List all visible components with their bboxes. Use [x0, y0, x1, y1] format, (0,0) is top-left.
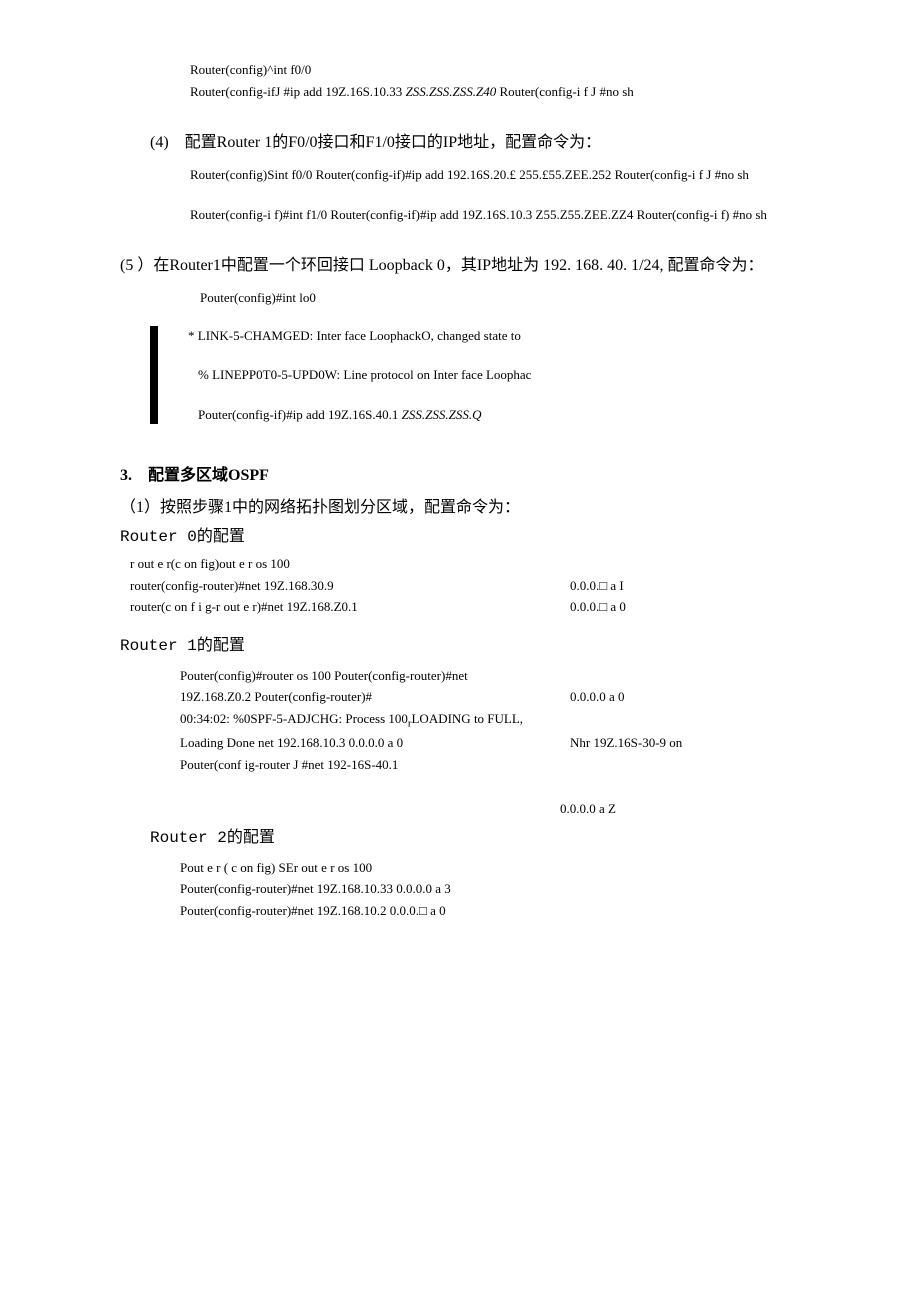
r1-line3: 00:34:02: %0SPF-5-ADJCHG: Process 100rLO…	[180, 709, 800, 732]
step4-line1: Router(config)Sint f0/0 Router(config-if…	[190, 165, 800, 185]
r1-line4-left: Loading Done net 192.168.10.3 0.0.0.0 a …	[180, 733, 570, 753]
step4-line2: Router(config-i f)#int f1/0 Router(confi…	[190, 205, 800, 225]
section3-heading: 3. 配置多区域OSPF	[120, 464, 800, 488]
preamble-line2: Router(config-ifJ #ip add 19Z.16S.10.33 …	[190, 82, 800, 102]
r1-line2-right: 0.0.0.0 a 0	[570, 687, 800, 707]
step5-blk-line2: % LINEPP0T0-5-UPD0W: Line protocol on In…	[198, 365, 800, 385]
section3-sub1: （1）按照步骤1中的网络拓扑图划分区域，配置命令为：	[120, 496, 800, 520]
step5-blk-line1: * LINK-5-CHAMGED: Inter face LoophackO, …	[188, 326, 800, 346]
r2-block: Pout e r ( c on fig) SEr out e r os 100 …	[170, 858, 800, 921]
r1-block: Pouter(config)#router os 100 Pouter(conf…	[170, 666, 800, 821]
r1-line2-left: 19Z.168.Z0.2 Pouter(config-router)#	[180, 687, 570, 707]
r1-line3-r: LOADING to FULL,	[411, 711, 523, 726]
r0-line3-right: 0.0.0.□ a 0	[570, 597, 800, 617]
router2-label: Router 2的配置	[150, 826, 800, 850]
r1-line1: Pouter(config)#router os 100 Pouter(conf…	[180, 666, 800, 686]
step5-border-block: * LINK-5-CHAMGED: Inter face LoophackO, …	[150, 326, 800, 425]
step5-blk-line3: Pouter(config-if)#ip add 19Z.16S.40.1 ZS…	[198, 405, 800, 425]
r0-line2-right: 0.0.0.□ a I	[570, 576, 800, 596]
preamble-line2-c: Router(config-i f J #no sh	[496, 84, 634, 99]
r2-line3: Pouter(config-router)#net 19Z.168.10.2 0…	[180, 901, 800, 921]
router1-label: Router 1的配置	[120, 634, 800, 658]
r1-line5: Pouter(conf ig-router J #net 192-16S-40.…	[180, 755, 800, 775]
step5-heading-text: (5 ）在Router1中配置一个环回接口 Loopback 0，其IP地址为 …	[120, 257, 764, 274]
r2-line1: Pout e r ( c on fig) SEr out e r os 100	[180, 858, 800, 878]
r1-line6-right: 0.0.0.0 a Z	[560, 799, 800, 819]
r1-line3-l: 00:34:02: %0SPF-5-ADJCHG: Process 100	[180, 711, 408, 726]
r0-line3-left: router(c on f i g-r out e r)#net 19Z.168…	[130, 597, 570, 617]
r2-line2: Pouter(config-router)#net 19Z.168.10.33 …	[180, 879, 800, 899]
preamble-line1: Router(config)^int f0/0	[190, 60, 800, 80]
router0-label: Router 0的配置	[120, 525, 800, 549]
r0-line2-left: router(config-router)#net 19Z.168.30.9	[130, 576, 570, 596]
preamble-line2-a: Router(config-ifJ #ip add 19Z.16S.10.33	[190, 84, 406, 99]
r0-line1: r out e r(c on fig)out e r os 100	[130, 554, 800, 574]
preamble-line2-b: ZSS.ZSS.ZSS.Z40	[406, 84, 497, 99]
step5-line1: Pouter(config)#int lo0	[200, 288, 800, 308]
step4-heading: (4) 配置Router 1的F0/0接口和F1/0接口的IP地址，配置命令为：	[150, 131, 800, 155]
step5-blk-line3-a: Pouter(config-if)#ip add 19Z.16S.40.1	[198, 407, 402, 422]
step5-heading: (5 ）在Router1中配置一个环回接口 Loopback 0，其IP地址为 …	[120, 254, 800, 278]
step5-blk-line3-b: ZSS.ZSS.ZSS.Q	[402, 407, 482, 422]
r1-line4-right: Nhr 19Z.16S-30-9 on	[570, 733, 800, 753]
